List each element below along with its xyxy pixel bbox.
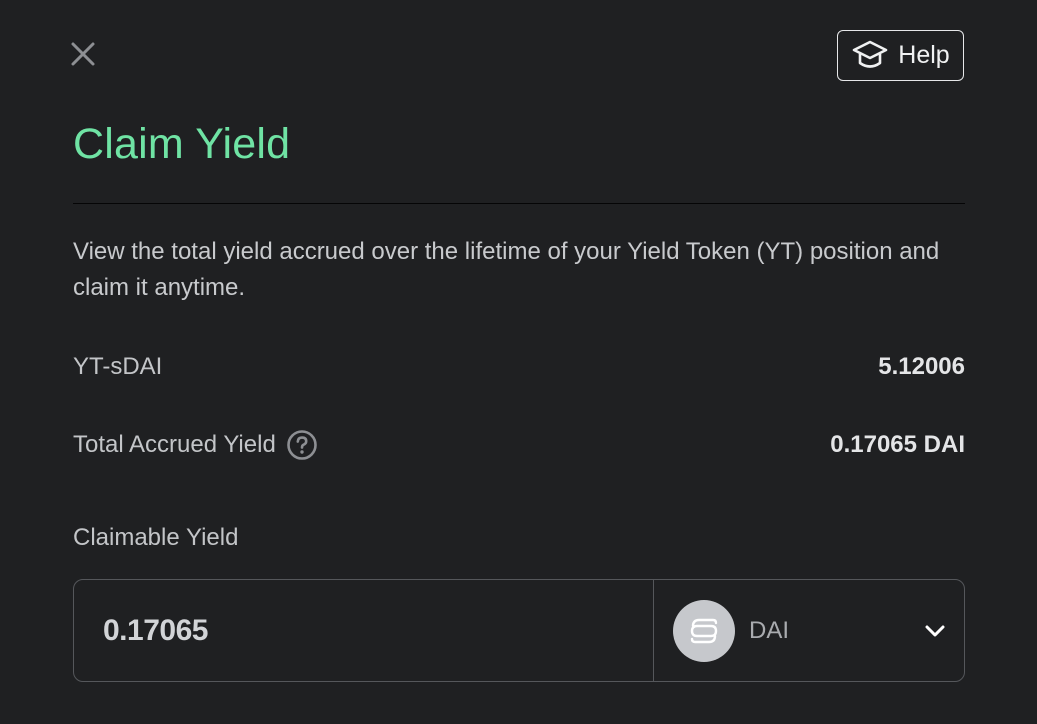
- claimable-yield-label: Claimable Yield: [73, 524, 239, 551]
- yt-balance-row: YT-sDAI 5.12006: [73, 350, 965, 384]
- sdai-logo-icon: [673, 599, 735, 662]
- question-circle-icon[interactable]: [286, 429, 318, 461]
- claimable-amount-field[interactable]: 0.17065: [74, 580, 654, 681]
- help-label: Help: [898, 41, 950, 69]
- accrued-yield-label-text: Total Accrued Yield: [73, 431, 276, 458]
- page-title: Claim Yield: [73, 120, 291, 168]
- claim-yield-panel: Help Claim Yield View the total yield ac…: [0, 0, 1037, 724]
- accrued-yield-value: 0.17065 DAI: [830, 431, 965, 458]
- claimable-yield-input-group: 0.17065 DAI: [73, 579, 965, 682]
- description-text: View the total yield accrued over the li…: [73, 238, 940, 301]
- accrued-yield-row: Total Accrued Yield 0.17065 DAI: [73, 428, 965, 462]
- yt-balance-label-text: YT-sDAI: [73, 353, 163, 380]
- accrued-yield-label: Total Accrued Yield: [73, 429, 318, 461]
- chevron-down-icon: [924, 624, 946, 638]
- token-name: DAI: [749, 616, 790, 644]
- close-icon: [70, 41, 96, 72]
- yt-balance-value: 5.12006: [878, 353, 965, 380]
- graduation-cap-icon: [851, 39, 889, 73]
- close-button[interactable]: [66, 39, 100, 73]
- help-button[interactable]: Help: [837, 30, 964, 81]
- yt-balance-label: YT-sDAI: [73, 353, 162, 381]
- token-selector[interactable]: DAI: [654, 580, 964, 681]
- divider: [73, 203, 965, 204]
